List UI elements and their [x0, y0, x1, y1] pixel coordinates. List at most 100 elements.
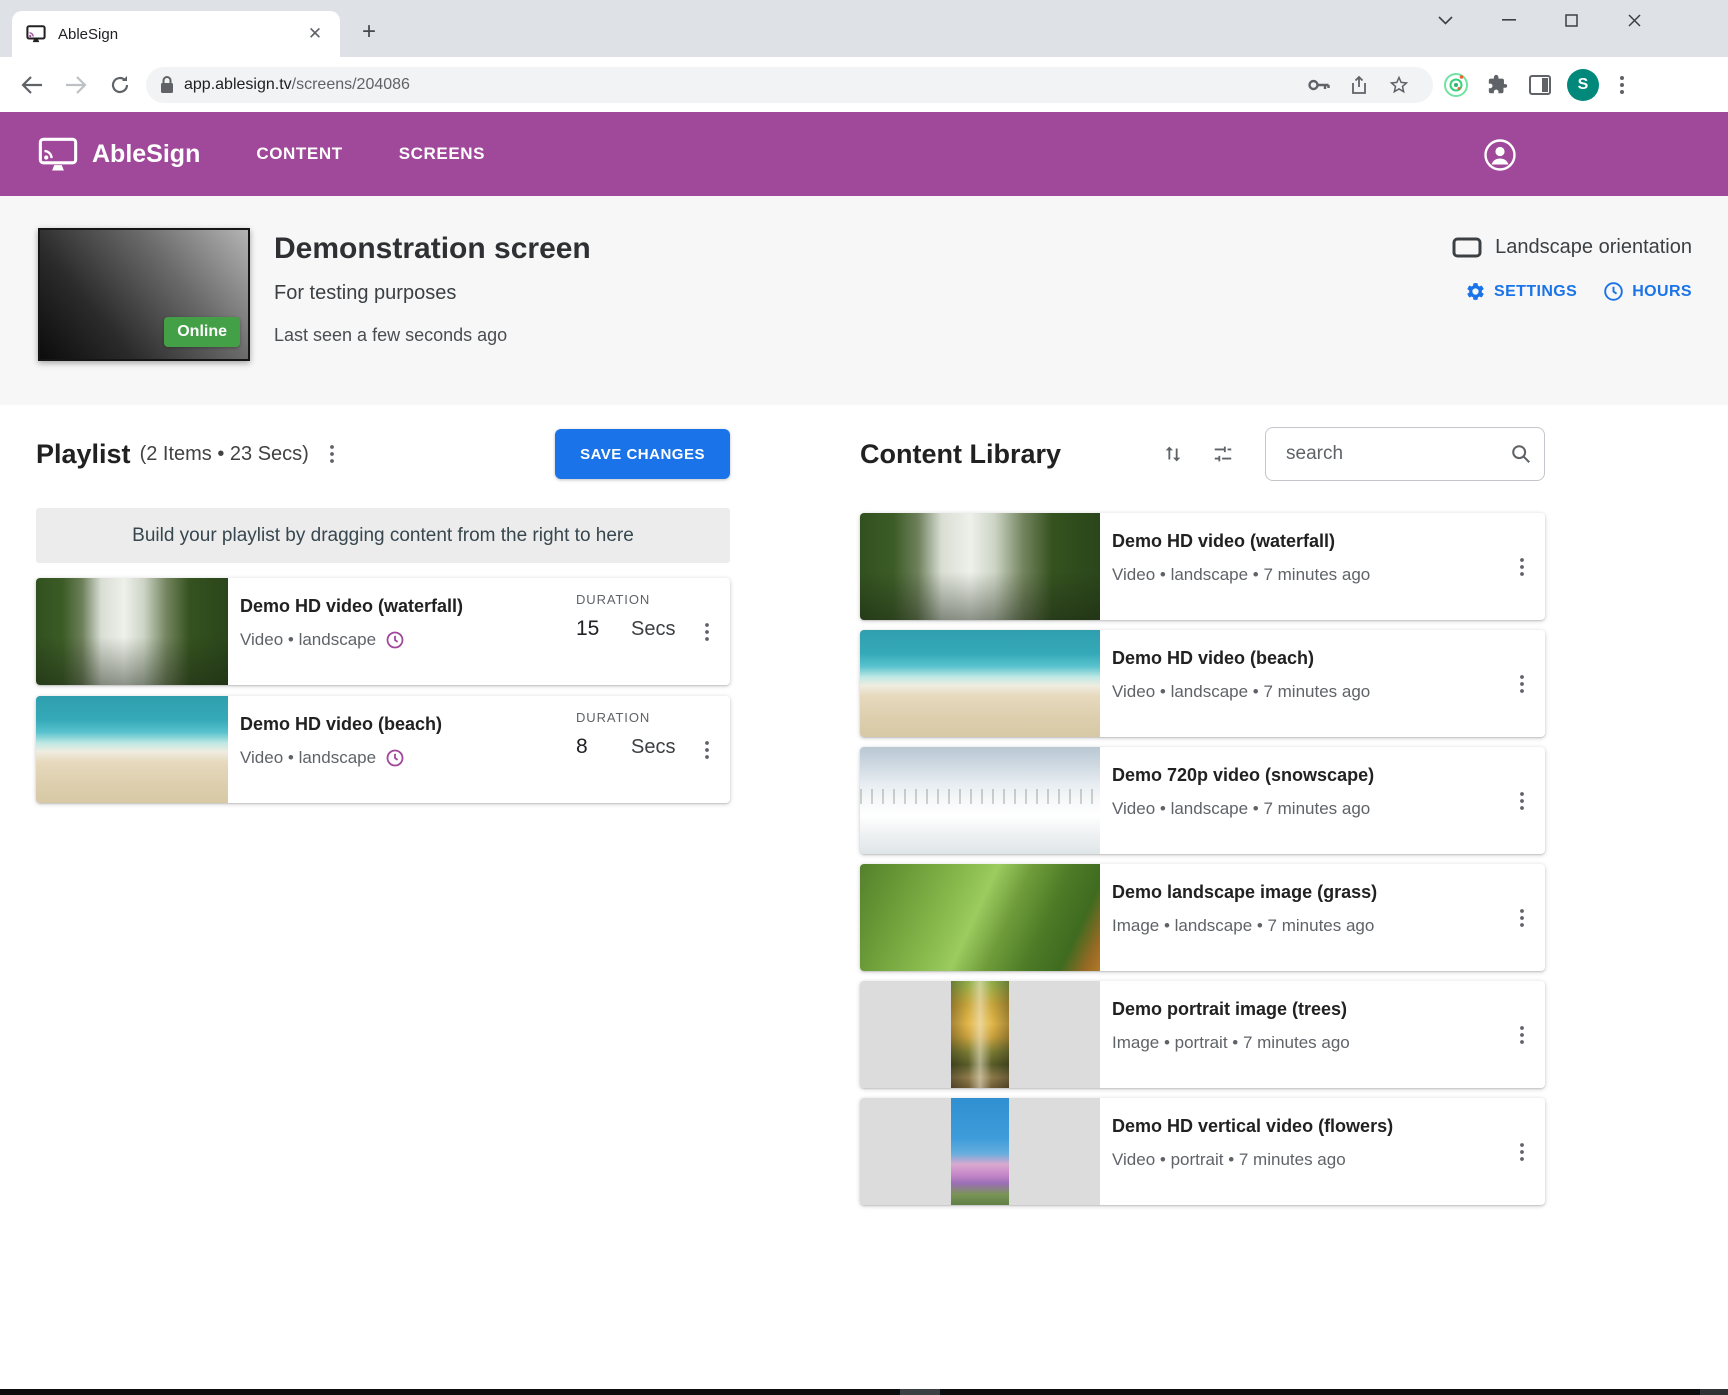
duration-unit: Secs: [631, 736, 675, 759]
schedule-clock-icon[interactable]: [386, 749, 404, 767]
flowers-thumbnail: [860, 1098, 1100, 1205]
playlist-drop-hint: Build your playlist by dragging content …: [36, 508, 730, 563]
playlist-panel: Playlist (2 Items • 23 Secs) SAVE CHANGE…: [36, 425, 730, 1389]
ablesign-favicon: [26, 25, 46, 43]
password-key-icon[interactable]: [1299, 70, 1339, 100]
waterfall-thumbnail: [36, 578, 228, 685]
library-item-title: Demo HD video (beach): [1112, 648, 1499, 669]
search-input[interactable]: [1286, 443, 1510, 465]
playlist-item[interactable]: Demo HD video (beach) Video • landscape …: [36, 696, 730, 803]
search-icon[interactable]: [1510, 443, 1532, 465]
library-item-title: Demo landscape image (grass): [1112, 882, 1499, 903]
playlist-item-title: Demo HD video (waterfall): [240, 596, 576, 617]
duration-label: DURATION: [576, 592, 684, 607]
playlist-item-kebab-icon[interactable]: [684, 696, 730, 803]
nav-screens[interactable]: SCREENS: [399, 144, 485, 164]
brand-name: AbleSign: [92, 140, 200, 169]
library-item[interactable]: Demo 720p video (snowscape) Video • land…: [860, 747, 1545, 854]
library-item[interactable]: Demo landscape image (grass) Image • lan…: [860, 864, 1545, 971]
beach-thumbnail: [860, 630, 1100, 737]
url-bar[interactable]: app.ablesign.tv/screens/204086: [146, 67, 1433, 103]
playlist-item-kebab-icon[interactable]: [684, 578, 730, 685]
forward-icon[interactable]: [54, 63, 98, 107]
hours-button[interactable]: HOURS: [1603, 281, 1692, 302]
tab-title: AbleSign: [58, 26, 304, 43]
screen-description: For testing purposes: [274, 282, 591, 305]
library-item-kebab-icon[interactable]: [1499, 747, 1545, 854]
library-item-kebab-icon[interactable]: [1499, 630, 1545, 737]
duration-label: DURATION: [576, 710, 684, 725]
playlist-summary: (2 Items • 23 Secs): [140, 443, 309, 466]
screen-last-seen: Last seen a few seconds ago: [274, 325, 591, 346]
url-path: /screens/204086: [292, 76, 410, 93]
screen-info-section: Online Demonstration screen For testing …: [0, 196, 1728, 405]
window-maximize-icon[interactable]: [1540, 0, 1603, 40]
screen-preview-thumbnail[interactable]: Online: [38, 228, 250, 361]
settings-button[interactable]: SETTINGS: [1465, 281, 1577, 302]
orientation-label: Landscape orientation: [1495, 236, 1692, 259]
playlist-menu-kebab-icon[interactable]: [317, 437, 347, 471]
window-minimize-icon[interactable]: [1477, 0, 1540, 40]
reload-icon[interactable]: [98, 63, 142, 107]
app-header: AbleSign CONTENT SCREENS: [0, 112, 1728, 196]
hours-label: HOURS: [1632, 283, 1692, 301]
duration-input[interactable]: 8: [576, 735, 631, 759]
side-panel-icon[interactable]: [1521, 67, 1559, 103]
playlist-item[interactable]: Demo HD video (waterfall) Video • landsc…: [36, 578, 730, 685]
content-library-panel: Content Library Demo HD video (waterfall…: [860, 425, 1545, 1389]
library-item[interactable]: Demo portrait image (trees) Image • port…: [860, 981, 1545, 1088]
library-item-title: Demo 720p video (snowscape): [1112, 765, 1499, 786]
playlist-item-meta: Video • landscape: [240, 630, 376, 650]
bookmark-star-icon[interactable]: [1379, 70, 1419, 100]
window-close-icon[interactable]: [1603, 0, 1666, 40]
url-domain: app.ablesign.tv: [184, 76, 292, 93]
library-item-title: Demo HD video (waterfall): [1112, 531, 1499, 552]
gear-icon: [1465, 281, 1486, 302]
beach-thumbnail: [36, 696, 228, 803]
account-button[interactable]: [1483, 138, 1517, 177]
nav-content[interactable]: CONTENT: [256, 144, 342, 164]
lock-icon: [160, 75, 174, 94]
library-item-meta: Video • landscape • 7 minutes ago: [1112, 565, 1370, 585]
library-item-kebab-icon[interactable]: [1499, 513, 1545, 620]
extensions-puzzle-icon[interactable]: [1479, 67, 1517, 103]
settings-label: SETTINGS: [1494, 283, 1577, 301]
library-item-meta: Image • portrait • 7 minutes ago: [1112, 1033, 1350, 1053]
library-heading: Content Library: [860, 439, 1061, 470]
browser-tab[interactable]: AbleSign ✕: [12, 11, 340, 57]
account-person-icon: [1483, 138, 1517, 172]
ablesign-logo[interactable]: AbleSign: [38, 136, 200, 172]
url-text: app.ablesign.tv/screens/204086: [184, 76, 410, 94]
library-item-meta: Video • portrait • 7 minutes ago: [1112, 1150, 1346, 1170]
library-item[interactable]: Demo HD video (beach) Video • landscape …: [860, 630, 1545, 737]
duration-input[interactable]: 15: [576, 617, 631, 641]
library-item-title: Demo portrait image (trees): [1112, 999, 1499, 1020]
taskbar-edge: [0, 1389, 1728, 1395]
save-changes-button[interactable]: SAVE CHANGES: [555, 429, 730, 479]
duration-unit: Secs: [631, 618, 675, 641]
new-tab-button[interactable]: +: [354, 18, 384, 48]
browser-profile-avatar[interactable]: S: [1567, 69, 1599, 101]
landscape-orientation-icon: [1452, 237, 1482, 258]
flowers-portrait-image: [951, 1098, 1009, 1205]
tab-close-icon[interactable]: ✕: [304, 23, 326, 45]
screen-title: Demonstration screen: [274, 232, 591, 266]
browser-menu-kebab-icon[interactable]: [1603, 67, 1641, 103]
library-item-meta: Video • landscape • 7 minutes ago: [1112, 682, 1370, 702]
library-item[interactable]: Demo HD video (waterfall) Video • landsc…: [860, 513, 1545, 620]
library-item-kebab-icon[interactable]: [1499, 864, 1545, 971]
library-item-meta: Image • landscape • 7 minutes ago: [1112, 916, 1374, 936]
trees-portrait-image: [951, 981, 1009, 1088]
schedule-clock-icon[interactable]: [386, 631, 404, 649]
sort-icon[interactable]: [1153, 434, 1193, 474]
waterfall-thumbnail: [860, 513, 1100, 620]
extension-app-icon[interactable]: [1437, 67, 1475, 103]
share-icon[interactable]: [1339, 70, 1379, 100]
library-search: [1265, 427, 1545, 481]
library-item[interactable]: Demo HD vertical video (flowers) Video •…: [860, 1098, 1545, 1205]
back-icon[interactable]: [10, 63, 54, 107]
library-item-kebab-icon[interactable]: [1499, 1098, 1545, 1205]
filter-tune-icon[interactable]: [1203, 434, 1243, 474]
window-menu-chevron-icon[interactable]: [1414, 0, 1477, 40]
library-item-kebab-icon[interactable]: [1499, 981, 1545, 1088]
